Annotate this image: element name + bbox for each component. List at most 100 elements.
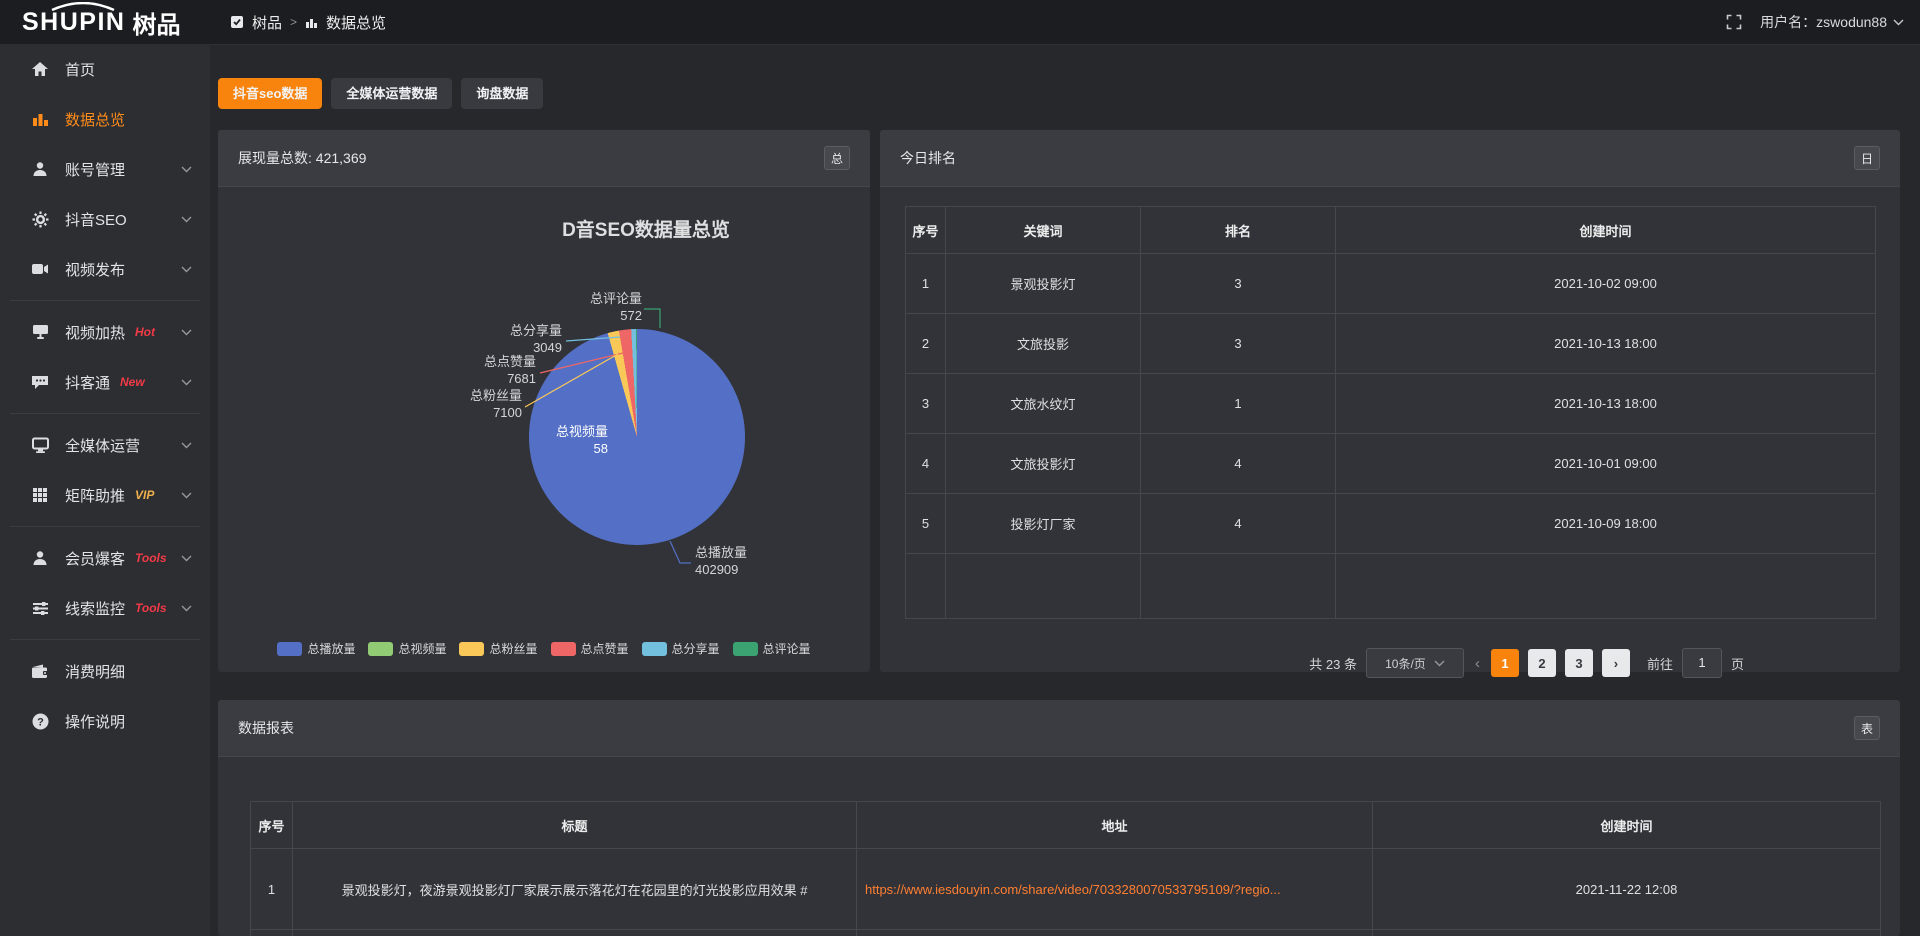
legend-item[interactable]: 总粉丝量 — [459, 640, 537, 657]
sidebar-item-4[interactable]: 抖音SEO — [0, 194, 210, 244]
legend-label: 总视频量 — [398, 640, 446, 657]
user-menu[interactable]: 用户名：zswodun88 — [1760, 12, 1904, 32]
tab-2[interactable]: 全媒体运营数据 — [331, 78, 452, 109]
pie-label-fans: 总粉丝量7100 — [432, 387, 522, 421]
sidebar-item-13[interactable]: ?操作说明 — [0, 696, 210, 746]
legend-item[interactable]: 总视频量 — [368, 640, 446, 657]
data-report-panel: 数据报表 表 序号标题地址创建时间1景观投影灯，夜游景观投影灯厂家展示展示落花灯… — [218, 700, 1900, 936]
legend-label: 总评论量 — [763, 640, 811, 657]
sidebar-item-label: 会员爆客 — [65, 548, 125, 569]
pie-label-comments: 总评论量572 — [552, 290, 642, 324]
table-header-row: 序号标题地址创建时间 — [251, 802, 1881, 849]
pie-label-videos: 总视频量58 — [518, 423, 608, 457]
table-cell: 2021-10-13 18:00 — [1336, 374, 1876, 434]
logo-text-cn: 树品 — [132, 5, 180, 40]
sidebar-item-6[interactable]: 视频加热Hot — [0, 307, 210, 357]
sidebar-item-label: 首页 — [65, 59, 95, 80]
video-link[interactable]: https://www.iesdouyin.com/share/video/70… — [865, 882, 1281, 897]
day-mode-button[interactable]: 日 — [1854, 146, 1880, 170]
table-row[interactable]: 1景观投影灯32021-10-02 09:00 — [906, 254, 1876, 314]
sidebar-item-10[interactable]: 会员爆客Tools — [0, 533, 210, 583]
bar-chart-icon — [30, 111, 50, 127]
sidebar-item-9[interactable]: 矩阵助推VIP — [0, 470, 210, 520]
gear-icon — [30, 211, 50, 228]
table-row[interactable]: 3文旅水纹灯12021-10-13 18:00 — [906, 374, 1876, 434]
chevron-down-icon — [181, 329, 192, 336]
pager-goto-input[interactable]: 1 — [1682, 648, 1722, 678]
legend-label: 总粉丝量 — [489, 640, 537, 657]
breadcrumb-separator: > — [290, 15, 297, 29]
sidebar-item-label: 数据总览 — [65, 109, 125, 130]
pager-page-3[interactable]: 3 — [1565, 649, 1593, 677]
chat-icon — [30, 374, 50, 390]
legend-item[interactable]: 总点赞量 — [551, 640, 629, 657]
sidebar-item-7[interactable]: 抖客通New — [0, 357, 210, 407]
sidebar-item-8[interactable]: 全媒体运营 — [0, 420, 210, 470]
sidebar-item-5[interactable]: 视频发布 — [0, 244, 210, 294]
table-row[interactable]: 5投影灯厂家42021-10-09 18:00 — [906, 494, 1876, 554]
legend-swatch — [733, 642, 758, 656]
sidebar-item-1[interactable]: 首页 — [0, 44, 210, 94]
table-header-row: 序号关键词排名创建时间 — [906, 207, 1876, 254]
tab-3[interactable]: 询盘数据 — [461, 78, 543, 109]
tab-1[interactable]: 抖音seo数据 — [218, 78, 322, 109]
row-index-cell: 1 — [251, 849, 293, 930]
chevron-down-icon — [181, 166, 192, 173]
legend-swatch — [642, 642, 667, 656]
logo-arc-icon — [50, 2, 116, 11]
page-size-select[interactable]: 10条/页 — [1366, 648, 1464, 678]
total-mode-button[interactable]: 总 — [824, 146, 850, 170]
question-icon: ? — [30, 713, 50, 730]
grid-icon — [30, 487, 50, 503]
column-header: 排名 — [1141, 207, 1336, 254]
video-icon — [30, 262, 50, 276]
empty-table-row — [906, 554, 1876, 619]
table-row[interactable]: 4文旅投影灯42021-10-01 09:00 — [906, 434, 1876, 494]
legend-item[interactable]: 总分享量 — [642, 640, 720, 657]
table-cell: 文旅投影 — [946, 314, 1141, 374]
sidebar-item-label: 抖音SEO — [65, 209, 127, 230]
table-cell: 2021-10-01 09:00 — [1336, 434, 1876, 494]
chevron-down-icon — [181, 442, 192, 449]
sidebar-item-label: 线索监控 — [65, 598, 125, 619]
dashboard-page: { "topbar": { "logo_text": "SHUPIN", "lo… — [0, 0, 1920, 936]
table-cell: 2 — [906, 314, 946, 374]
svg-text:?: ? — [37, 716, 44, 728]
breadcrumb: 树品 > 数据总览 — [230, 0, 386, 44]
legend-swatch — [368, 642, 393, 656]
pager-page-2[interactable]: 2 — [1528, 649, 1556, 677]
pager-total: 共 23 条 — [1309, 654, 1357, 673]
column-header: 序号 — [906, 207, 946, 254]
pagination: 共 23 条10条/页‹123›前往1页 — [1309, 648, 1744, 678]
legend-item[interactable]: 总播放量 — [277, 640, 355, 657]
legend-swatch — [459, 642, 484, 656]
sidebar-item-12[interactable]: 消费明细 — [0, 646, 210, 696]
breadcrumb-root[interactable]: 树品 — [252, 12, 282, 33]
row-title-cell: 景观投影灯，夜游景观投影灯厂家展示展示落花灯在花园里的灯光投影应用效果 # — [293, 849, 857, 930]
table-cell: 文旅水纹灯 — [946, 374, 1141, 434]
pager-next-button[interactable]: › — [1602, 649, 1630, 677]
chevron-down-icon — [181, 216, 192, 223]
legend-label: 总播放量 — [307, 640, 355, 657]
pager-prev-button[interactable]: ‹ — [1473, 655, 1482, 672]
pager-page-1[interactable]: 1 — [1491, 649, 1519, 677]
fullscreen-icon[interactable] — [1726, 14, 1742, 30]
table-row[interactable]: 2文旅投影32021-10-13 18:00 — [906, 314, 1876, 374]
sidebar-item-2[interactable]: 数据总览 — [0, 94, 210, 144]
logo-text-en: SHUPIN — [22, 8, 125, 37]
sidebar-item-label: 矩阵助推 — [65, 485, 125, 506]
table-cell: 1 — [1141, 374, 1336, 434]
sidebar-item-3[interactable]: 账号管理 — [0, 144, 210, 194]
chevron-down-icon — [1893, 19, 1904, 26]
legend-item[interactable]: 总评论量 — [733, 640, 811, 657]
sidebar-item-label: 抖客通 — [65, 372, 110, 393]
table-mode-button[interactable]: 表 — [1854, 716, 1880, 740]
ranking-panel-title: 今日排名 — [900, 148, 956, 168]
display-icon — [30, 324, 50, 340]
today-ranking-panel: 今日排名 日 序号关键词排名创建时间1景观投影灯32021-10-02 09:0… — [880, 130, 1900, 672]
sidebar-item-label: 全媒体运营 — [65, 435, 140, 456]
column-header: 标题 — [293, 802, 857, 849]
sidebar-item-11[interactable]: 线索监控Tools — [0, 583, 210, 633]
report-table-area: 序号标题地址创建时间1景观投影灯，夜游景观投影灯厂家展示展示落花灯在花园里的灯光… — [218, 801, 1900, 936]
clipped-table-row — [251, 930, 1881, 936]
